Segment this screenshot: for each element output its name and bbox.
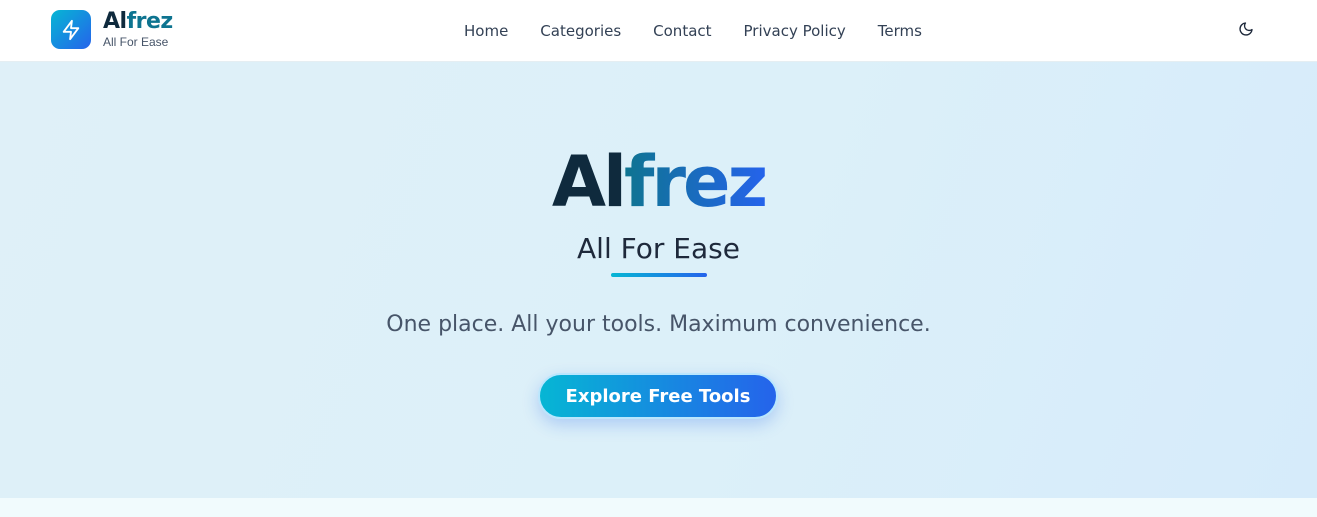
hero-underline-divider xyxy=(611,273,707,277)
hero-title-part1: Al xyxy=(551,141,627,223)
brand-name-part2: frez xyxy=(126,9,174,34)
brand-tagline: All For Ease xyxy=(103,35,169,49)
explore-tools-button[interactable]: Explore Free Tools xyxy=(538,373,778,419)
nav-contact[interactable]: Contact xyxy=(653,22,711,40)
hero-section: Alfrez All For Ease One place. All your … xyxy=(0,62,1317,498)
theme-toggle-button[interactable] xyxy=(1232,15,1260,43)
brand-logo[interactable]: Al frez All For Ease xyxy=(51,10,173,49)
main-nav: Home Categories Contact Privacy Policy T… xyxy=(464,0,922,62)
brand-name-part1: Al xyxy=(103,9,127,34)
next-section-edge xyxy=(0,498,1317,517)
moon-icon xyxy=(1239,22,1253,36)
hero-title-part2: frez xyxy=(623,141,768,223)
brand-name: Al frez xyxy=(103,10,173,34)
hero-title: Alfrez xyxy=(0,142,1317,222)
hero-tagline: One place. All your tools. Maximum conve… xyxy=(386,312,931,337)
nav-terms[interactable]: Terms xyxy=(878,22,922,40)
hero-subtitle: All For Ease xyxy=(577,232,740,265)
nav-categories[interactable]: Categories xyxy=(540,22,621,40)
nav-privacy-policy[interactable]: Privacy Policy xyxy=(744,22,846,40)
site-header: Al frez All For Ease Home Categories Cont… xyxy=(0,0,1317,62)
lightning-bolt-icon xyxy=(51,10,91,49)
brand-text: Al frez All For Ease xyxy=(103,10,173,50)
nav-home[interactable]: Home xyxy=(464,22,508,40)
